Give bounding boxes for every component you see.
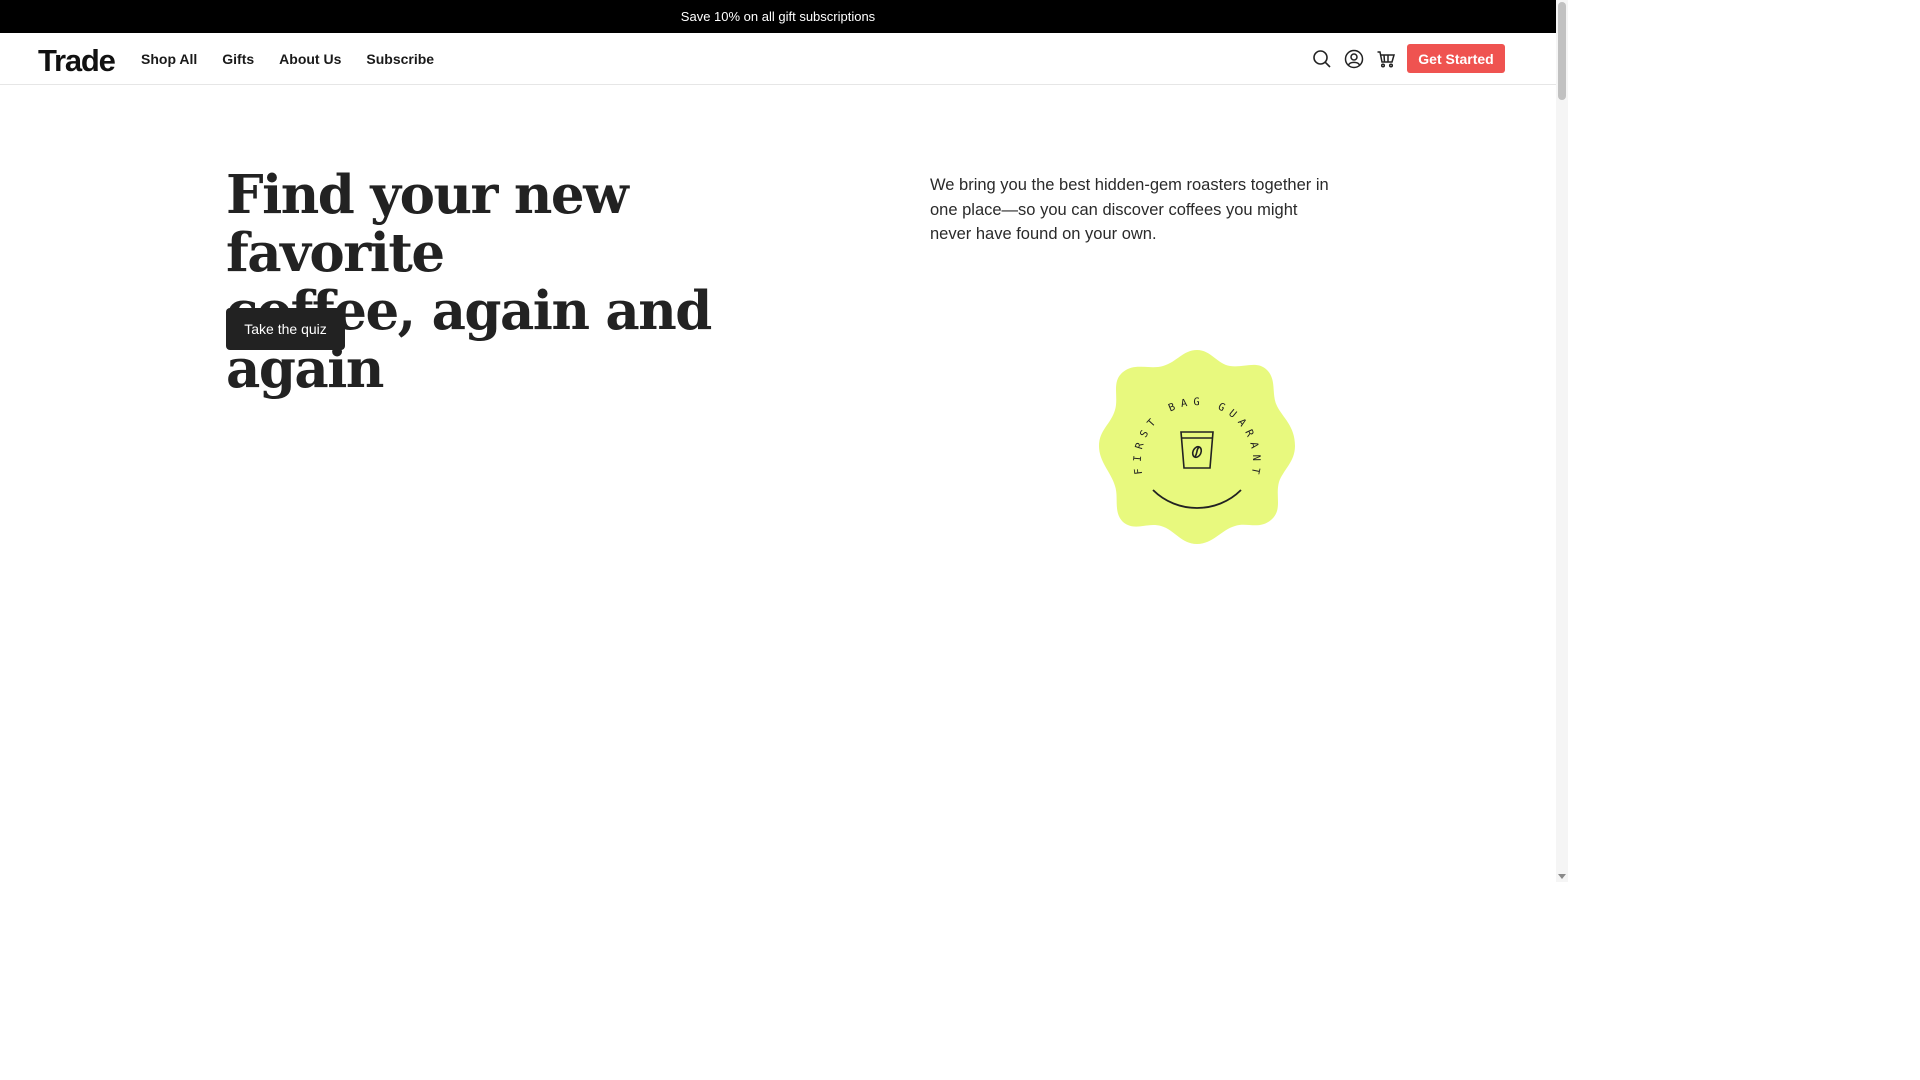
search-icon[interactable]	[1312, 49, 1332, 69]
nav-gifts[interactable]: Gifts	[222, 51, 254, 67]
site-header: Trade Shop All Gifts About Us Subscribe	[0, 33, 1556, 85]
main-nav: Shop All Gifts About Us Subscribe	[141, 33, 459, 85]
hero-title-line-1: Find your new favorite	[226, 164, 629, 284]
take-quiz-button[interactable]: Take the quiz	[226, 308, 345, 350]
header-icons	[1312, 33, 1408, 85]
promo-text: Save 10% on all gift subscriptions	[680, 9, 876, 24]
account-icon[interactable]	[1344, 49, 1364, 69]
get-started-button[interactable]: Get Started	[1407, 44, 1505, 73]
nav-about-us[interactable]: About Us	[279, 51, 341, 67]
hero-title: Find your new favorite coffee, again and…	[226, 166, 826, 398]
hero-description: We bring you the best hidden-gem roaster…	[930, 176, 1329, 243]
logo[interactable]: Trade	[38, 43, 116, 79]
first-bag-guaranteed-badge: FIRST BAG GUARANTEED	[1091, 337, 1297, 546]
nav-subscribe[interactable]: Subscribe	[366, 51, 434, 67]
scrollbar[interactable]	[1556, 0, 1568, 882]
promo-banner: Save 10% on all gift subscriptions	[0, 0, 1556, 33]
nav-shop-all[interactable]: Shop All	[141, 51, 197, 67]
cart-icon[interactable]	[1376, 49, 1396, 69]
scroll-down-arrow-icon[interactable]	[1558, 874, 1566, 879]
scrollbar-thumb[interactable]	[1558, 2, 1566, 100]
